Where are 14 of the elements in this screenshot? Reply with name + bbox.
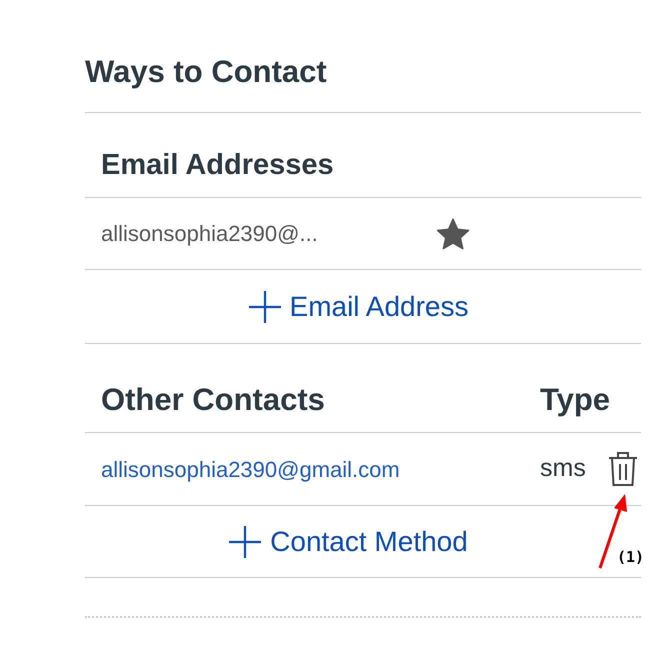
email-address: allisonsophia2390@... — [101, 220, 319, 248]
add-contact-method-link[interactable]: Contact Method — [228, 520, 468, 562]
contact-address: allisonsophia2390@gmail.com — [101, 456, 401, 484]
trash-icon[interactable] — [606, 450, 640, 488]
plus-icon — [228, 524, 262, 558]
star-icon[interactable] — [435, 216, 471, 250]
column-header: Type — [540, 381, 610, 419]
plus-icon — [248, 290, 282, 324]
section-title: Ways to Contact — [85, 52, 641, 113]
contact-type: sms — [540, 453, 587, 484]
add-email-link[interactable]: Email Address — [248, 286, 468, 328]
annotation-label: (1) — [617, 547, 644, 568]
table-heading: Email Addresses — [85, 113, 641, 198]
column-header: Other Contacts — [101, 381, 326, 419]
